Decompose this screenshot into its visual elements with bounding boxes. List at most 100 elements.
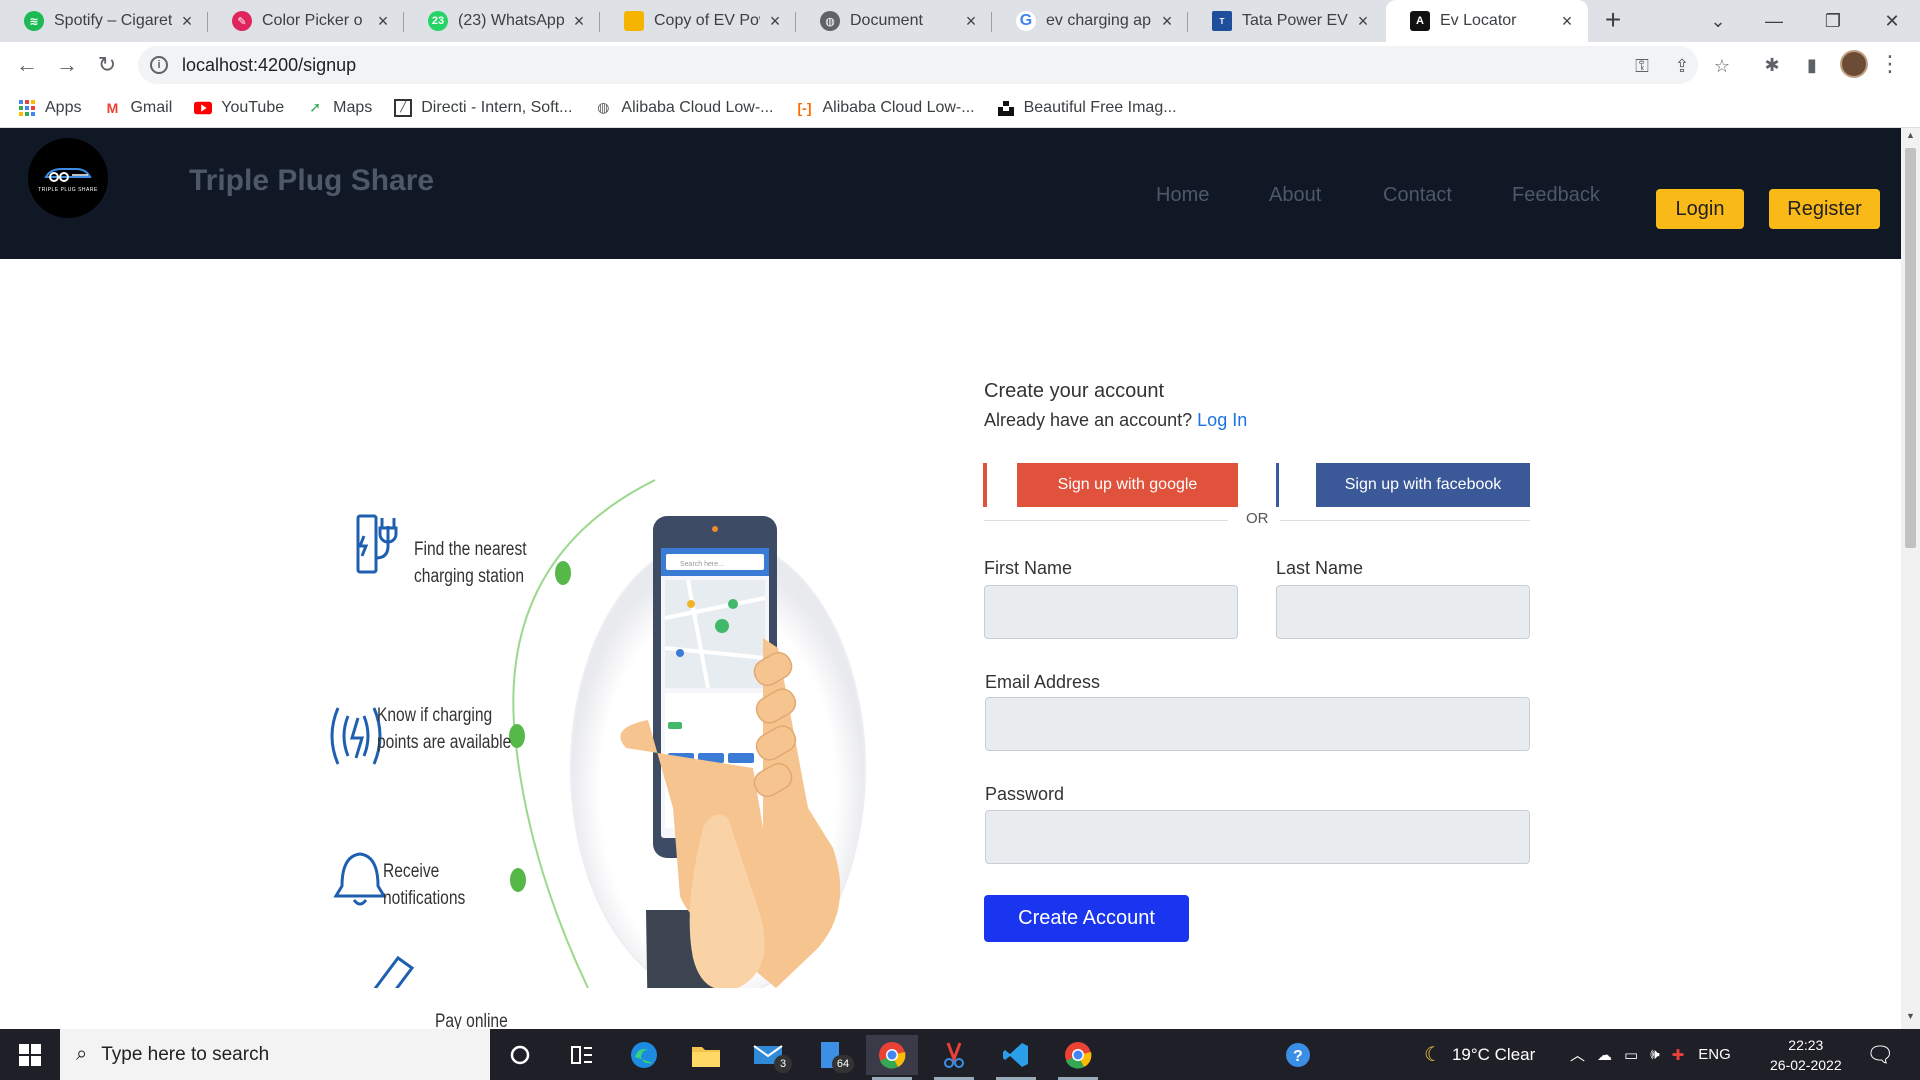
divider-left — [984, 520, 1228, 521]
tab-ev-locator[interactable]: A Ev Locator × — [1386, 0, 1588, 42]
tab-google-search[interactable]: G ev charging app × — [992, 0, 1188, 42]
scroll-down-arrow[interactable]: ▼ — [1901, 1011, 1920, 1027]
phone-search-text: Search here... — [680, 561, 724, 568]
profile-avatar[interactable] — [1840, 50, 1868, 78]
nav-home[interactable]: Home — [1156, 184, 1209, 207]
tab-search-icon[interactable]: ⌄ — [1690, 0, 1746, 42]
page-scrollbar[interactable]: ▲ ▼ — [1901, 128, 1920, 1029]
scrollbar-thumb[interactable] — [1905, 148, 1916, 548]
cortana-icon[interactable] — [494, 1035, 546, 1075]
close-window-button[interactable]: ✕ — [1864, 0, 1920, 42]
site-info-icon[interactable]: i — [150, 56, 168, 74]
files-icon[interactable]: 64 — [804, 1035, 856, 1075]
slides-icon — [624, 11, 644, 31]
nav-contact[interactable]: Contact — [1383, 184, 1452, 207]
last-name-input[interactable] — [1276, 585, 1530, 639]
google-signup-button[interactable]: Sign up with google — [1017, 463, 1238, 507]
side-panel-icon[interactable]: ▮ — [1798, 51, 1826, 79]
site-logo[interactable]: TRIPLE PLUG SHARE — [28, 138, 108, 218]
windows-icon — [19, 1043, 41, 1066]
register-button[interactable]: Register — [1769, 189, 1880, 229]
task-view-icon[interactable] — [556, 1035, 608, 1075]
nav-feedback[interactable]: Feedback — [1512, 184, 1600, 207]
close-icon[interactable]: × — [1558, 12, 1576, 30]
system-tray-icons[interactable]: ︿ ☁ ▭ 🕪 ✚ ENG — [1570, 1029, 1731, 1080]
battery-icon[interactable]: ▭ — [1624, 1046, 1638, 1064]
key-icon[interactable]: ⚿ — [1628, 52, 1656, 80]
ev-app-illustration: Search here... Find the nearest charging… — [308, 348, 916, 1029]
chrome-second-icon[interactable] — [1052, 1035, 1104, 1080]
tab-strip: ≋ Spotify – Cigarett × ✎ Color Picker o … — [0, 0, 1920, 42]
restore-button[interactable]: ❐ — [1805, 0, 1861, 42]
create-account-button[interactable]: Create Account — [984, 895, 1189, 942]
globe-icon: ◍ — [820, 11, 840, 31]
nav-about[interactable]: About — [1269, 184, 1321, 207]
tab-spotify[interactable]: ≋ Spotify – Cigarett × — [0, 0, 208, 42]
close-icon[interactable]: × — [570, 12, 588, 30]
back-button[interactable]: ← — [12, 50, 42, 80]
bookmark-youtube[interactable]: YouTube — [194, 99, 284, 117]
bookmark-gmail[interactable]: M Gmail — [103, 99, 173, 117]
start-button[interactable] — [0, 1029, 60, 1080]
star-icon[interactable]: ☆ — [1708, 52, 1736, 80]
first-name-input[interactable] — [984, 585, 1238, 639]
chrome-icon[interactable] — [866, 1035, 918, 1080]
weather-widget[interactable]: ☾ 19°C Clear — [1424, 1029, 1535, 1080]
tab-tata-power[interactable]: T Tata Power EV Ch × — [1188, 0, 1384, 42]
feature-pay-online: Pay online — [435, 1011, 508, 1029]
feature-notifications: Receive notifications — [383, 861, 466, 909]
scroll-up-arrow[interactable]: ▲ — [1901, 130, 1920, 146]
chevron-up-icon[interactable]: ︿ — [1570, 1044, 1585, 1065]
login-link[interactable]: Log In — [1197, 410, 1247, 430]
minimize-button[interactable]: — — [1746, 0, 1802, 42]
antivirus-icon[interactable]: ✚ — [1672, 1046, 1685, 1064]
mail-icon[interactable]: 3 — [742, 1035, 794, 1075]
facebook-accent — [1276, 463, 1279, 507]
first-name-label: First Name — [984, 558, 1073, 578]
extensions-icon[interactable]: ✱ — [1758, 51, 1786, 79]
site-brand[interactable]: Triple Plug Share — [189, 164, 434, 198]
snipping-tool-icon[interactable] — [928, 1035, 980, 1080]
bookmark-maps[interactable]: ➚ Maps — [306, 99, 372, 117]
bookmark-apps[interactable]: Apps — [18, 99, 81, 117]
reload-button[interactable]: ↻ — [92, 50, 122, 80]
login-button[interactable]: Login — [1656, 189, 1744, 229]
help-icon[interactable]: ? — [1272, 1035, 1324, 1075]
bookmark-alibaba-2[interactable]: [-] Alibaba Cloud Low-... — [796, 99, 975, 117]
clock[interactable]: 22:23 26-02-2022 — [1770, 1029, 1842, 1080]
close-icon[interactable]: × — [962, 12, 980, 30]
cloud-icon[interactable]: ☁ — [1597, 1046, 1612, 1064]
facebook-signup-button[interactable]: Sign up with facebook — [1316, 463, 1530, 507]
tab-whatsapp[interactable]: 23 (23) WhatsApp × — [404, 0, 600, 42]
close-icon[interactable]: × — [374, 12, 392, 30]
address-bar[interactable]: i localhost:4200/signup — [138, 46, 1698, 84]
bookmark-alibaba-1[interactable]: ◍ Alibaba Cloud Low-... — [594, 99, 773, 117]
close-icon[interactable]: × — [1158, 12, 1176, 30]
tab-document[interactable]: ◍ Document × — [796, 0, 992, 42]
vscode-icon[interactable] — [990, 1035, 1042, 1080]
divider-right — [1280, 520, 1530, 521]
close-icon[interactable]: × — [1354, 12, 1372, 30]
tab-color-picker[interactable]: ✎ Color Picker o × — [208, 0, 404, 42]
share-icon[interactable]: ⇪ — [1668, 52, 1696, 80]
close-icon[interactable]: × — [766, 12, 784, 30]
tab-slides[interactable]: Copy of EV Powe × — [600, 0, 796, 42]
email-input[interactable] — [985, 697, 1530, 751]
language-indicator[interactable]: ENG — [1698, 1046, 1731, 1063]
bookmark-directi[interactable]: ╱ Directi - Intern, Soft... — [394, 98, 572, 117]
form-title: Create your account — [984, 380, 1165, 402]
file-explorer-icon[interactable] — [680, 1035, 732, 1075]
feature-availability: Know if charging points are available — [377, 705, 512, 753]
taskbar-search[interactable]: ⌕ Type here to search — [60, 1029, 490, 1080]
new-tab-button[interactable]: + — [1598, 6, 1628, 36]
tata-icon: T — [1212, 11, 1232, 31]
notifications-icon[interactable]: 🗨 — [1866, 1029, 1894, 1080]
bookmark-unsplash[interactable]: Beautiful Free Imag... — [997, 99, 1177, 117]
url-text[interactable]: localhost:4200/signup — [182, 55, 356, 76]
password-input[interactable] — [985, 810, 1530, 864]
edge-icon[interactable] — [618, 1035, 670, 1075]
menu-icon[interactable]: ⋮ — [1878, 50, 1902, 80]
close-icon[interactable]: × — [178, 12, 196, 30]
forward-button[interactable]: → — [52, 50, 82, 80]
volume-icon[interactable]: 🕪 — [1650, 1046, 1659, 1063]
